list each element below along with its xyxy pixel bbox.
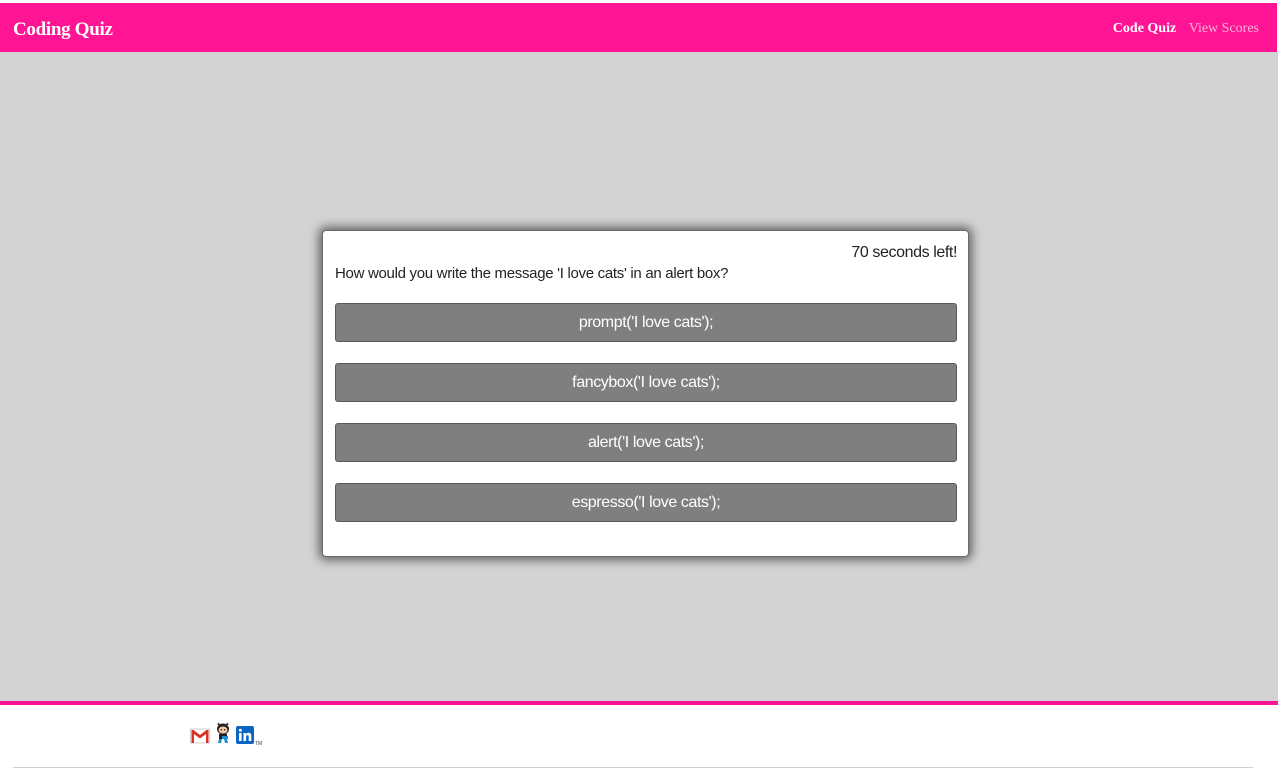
nav-links: Code Quiz View Scores [1104,21,1259,37]
question-text: How would you write the message 'I love … [335,265,729,282]
page: Coding Quiz Code Quiz View Scores 70 sec… [0,0,1280,769]
nav-link-view-scores[interactable]: View Scores [1189,21,1259,37]
quiz-card: 70 seconds left! How would you write the… [322,230,969,557]
footer: TM [0,705,1278,769]
nav-link-code-quiz[interactable]: Code Quiz [1113,21,1176,37]
main-area: 70 seconds left! How would you write the… [0,52,1278,701]
gmail-icon[interactable] [190,728,210,749]
github-octocat-icon[interactable] [214,722,232,749]
navbar: Coding Quiz Code Quiz View Scores [0,3,1277,52]
answer-button-4[interactable]: espresso('I love cats'); [335,483,957,522]
footer-bottom-rule [13,767,1253,768]
answer-button-2[interactable]: fancybox('I love cats'); [335,363,957,402]
timer-text: 70 seconds left! [851,244,957,261]
social-links: TM [190,722,262,749]
answer-button-1[interactable]: prompt('I love cats'); [335,303,957,342]
brand-link[interactable]: Coding Quiz [13,19,113,41]
trademark-mark: TM [255,741,263,747]
linkedin-icon[interactable] [236,726,254,749]
answer-button-3[interactable]: alert('I love cats'); [335,423,957,462]
